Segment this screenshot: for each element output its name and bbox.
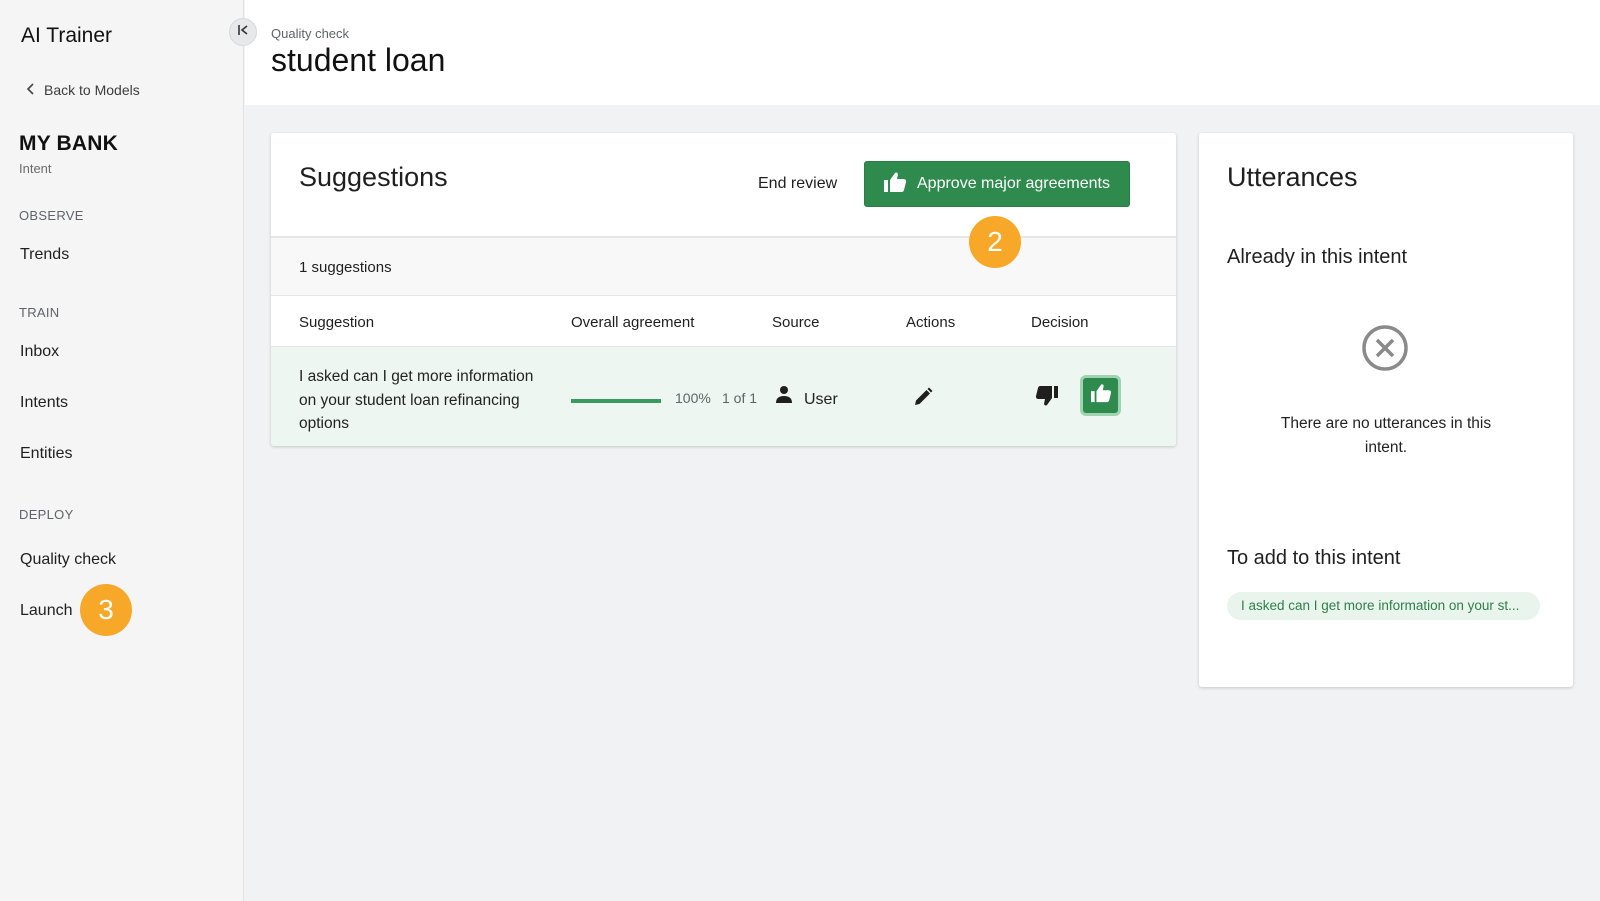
column-header-actions: Actions: [906, 314, 956, 331]
column-header-decision: Decision: [1031, 314, 1089, 331]
thumbs-up-icon: [1090, 383, 1112, 408]
pencil-icon[interactable]: [913, 387, 933, 412]
agreement-progress-bar: [571, 399, 661, 403]
model-name: MY BANK: [19, 132, 119, 155]
page-header: Quality check student loan: [245, 0, 1600, 105]
step-badge-2: 2: [969, 216, 1021, 268]
suggestions-card: Suggestions End review Approve major agr…: [271, 133, 1176, 446]
thumbs-up-icon: [883, 171, 907, 198]
agreement-progress-fill: [571, 399, 661, 403]
section-deploy: DEPLOY: [19, 507, 74, 522]
section-train: TRAIN: [19, 305, 60, 320]
approve-major-agreements-button[interactable]: Approve major agreements: [864, 161, 1130, 207]
suggestions-count-bar: 1 suggestions: [271, 236, 1176, 296]
sidebar-item-entities[interactable]: Entities: [20, 445, 72, 463]
section-observe: OBSERVE: [19, 208, 84, 223]
end-review-button[interactable]: End review: [758, 175, 837, 193]
agreement-percent: 100%: [675, 390, 711, 406]
thumbs-down-icon[interactable]: [1035, 385, 1059, 412]
step-badge-3: 3: [80, 584, 132, 636]
close-circle-icon: [1361, 324, 1409, 377]
sidebar-item-trends[interactable]: Trends: [20, 246, 69, 264]
column-header-source: Source: [772, 314, 820, 331]
sidebar-item-inbox[interactable]: Inbox: [20, 343, 59, 361]
column-header-agreement: Overall agreement: [571, 314, 695, 331]
table-row: I asked can I get more information on yo…: [271, 346, 1176, 446]
utterances-card: Utterances Already in this intent There …: [1199, 133, 1573, 687]
app-title: AI Trainer: [21, 24, 113, 47]
suggestions-title: Suggestions: [299, 162, 448, 192]
sidebar-item-intents[interactable]: Intents: [20, 394, 68, 412]
agreement-count: 1 of 1: [722, 390, 758, 406]
to-add-heading: To add to this intent: [1227, 547, 1401, 569]
page-title: student loan: [271, 42, 446, 78]
column-header-suggestion: Suggestion: [299, 314, 375, 331]
sidebar-item-launch[interactable]: Launch: [20, 602, 73, 620]
source-value: User: [804, 391, 838, 408]
utterances-title: Utterances: [1227, 162, 1358, 192]
sidebar: AI Trainer Back to Models MY BANK Intent…: [0, 0, 244, 901]
accept-suggestion-button[interactable]: [1080, 375, 1121, 416]
back-link-label: Back to Models: [44, 82, 140, 98]
collapse-icon: [237, 23, 249, 41]
already-in-intent-heading: Already in this intent: [1227, 246, 1408, 268]
breadcrumb[interactable]: Quality check: [271, 26, 349, 41]
person-icon: [776, 385, 792, 408]
model-subtitle: Intent: [19, 161, 52, 176]
chevron-left-icon: [26, 82, 36, 98]
suggestion-text: I asked can I get more information on yo…: [299, 368, 534, 432]
suggestions-count: 1 suggestions: [299, 259, 392, 276]
approve-button-label: Approve major agreements: [917, 175, 1110, 192]
utterance-chip[interactable]: I asked can I get more information on yo…: [1227, 592, 1540, 620]
sidebar-item-quality-check[interactable]: Quality check: [20, 551, 116, 569]
collapse-sidebar-button[interactable]: [229, 18, 257, 46]
back-to-models-link[interactable]: Back to Models: [26, 82, 140, 98]
empty-state-text: There are no utterances in this intent.: [1280, 415, 1492, 456]
